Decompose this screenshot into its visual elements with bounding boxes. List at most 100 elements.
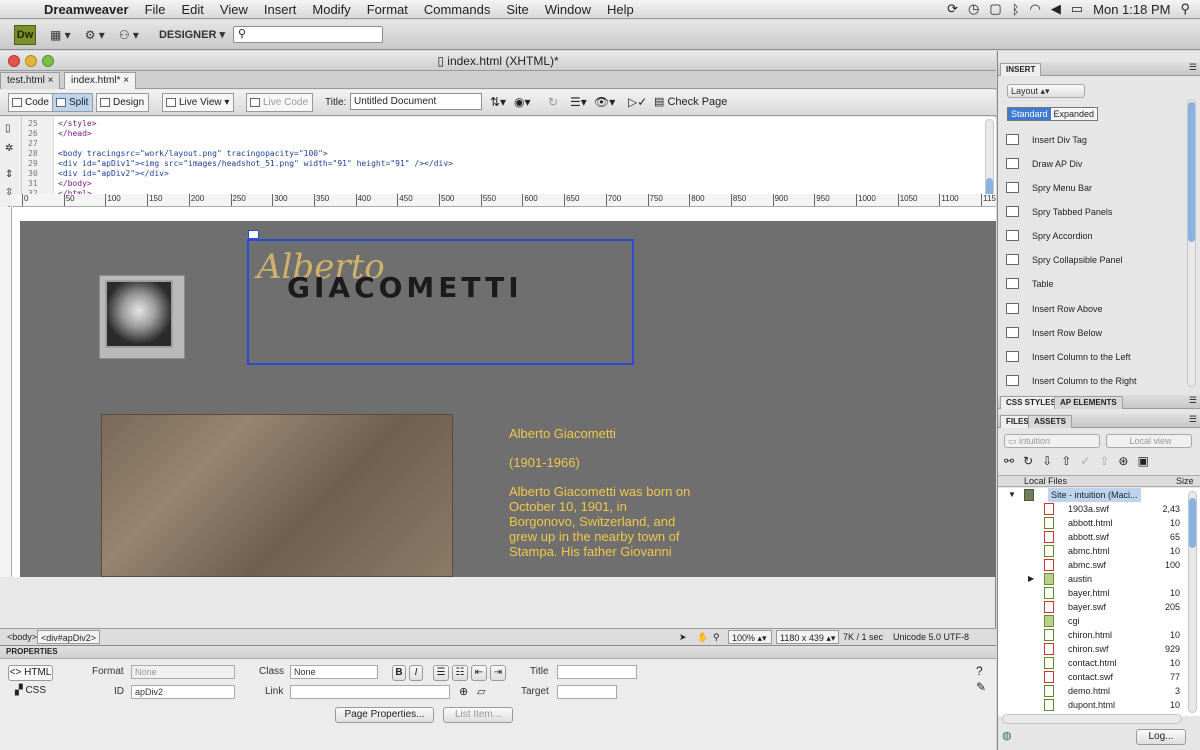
spry-accordion-item[interactable]: Spry Accordion [1002,226,1184,246]
clock[interactable]: Mon 1:18 PM [1093,2,1170,17]
preview-browser-icon[interactable]: ◉▾ [514,95,531,109]
ap-div-1[interactable]: Alberto GIACOMETTI [247,230,634,365]
css-mode-button[interactable]: ▞ CSS [8,684,53,700]
menu-commands[interactable]: Commands [416,2,498,17]
insert-category-select[interactable]: Layout ▴▾ [1007,84,1085,98]
check-page-button[interactable]: ▤ Check Page [654,95,727,108]
synchronize-icon[interactable]: ⊛ [1118,454,1128,470]
properties-header[interactable]: PROPERTIES [0,646,996,659]
insert-panel-tab[interactable]: INSERT [1000,63,1042,76]
menu-help[interactable]: Help [599,2,642,17]
spry-tabbed-panels-item[interactable]: Spry Tabbed Panels [1002,202,1184,222]
design-view-pane[interactable]: Alberto GIACOMETTI Alberto Giacometti (1… [12,207,996,577]
check-in-icon[interactable]: ⇪ [1099,454,1109,470]
code-line[interactable] [58,139,978,149]
file-row[interactable]: contact.swf 77 [998,670,1188,684]
table-item[interactable]: Table [1002,274,1184,294]
ordered-list-icon[interactable]: ☷ [452,665,468,681]
draw-ap-div-item[interactable]: Draw AP Div [1002,154,1184,174]
code-line[interactable]: </head> [58,129,978,139]
get-files-icon[interactable]: ⇩ [1042,454,1052,470]
volume-icon[interactable]: ◀ [1051,1,1061,17]
put-files-icon[interactable]: ⇧ [1061,454,1071,470]
code-line[interactable]: </body> [58,179,978,189]
outdent-icon[interactable]: ⇤ [471,665,487,681]
folder-row[interactable]: cgi [998,614,1188,628]
insert-panel-scrollbar[interactable] [1187,99,1196,387]
help-icon[interactable]: ? [976,664,983,678]
scroll-thumb[interactable] [1188,102,1195,242]
ap-div-selection-handle[interactable] [248,230,259,239]
panel-options-icon[interactable]: ☰ [1189,395,1197,406]
layout-menu-icon[interactable]: ▦ ▾ [50,28,71,42]
refresh-icon[interactable]: ↻ [548,95,558,109]
site-root-row[interactable]: ▼ Site - intuition (Maci... [998,488,1188,502]
code-line[interactable]: <body tracingsrc="work/layout.png" traci… [58,149,978,159]
file-row[interactable]: bayer.html 10 [998,586,1188,600]
zoom-tool-icon[interactable]: ⚲ [710,630,723,644]
menu-site[interactable]: Site [498,2,536,17]
scroll-thumb[interactable] [1189,498,1196,548]
title-input[interactable] [557,665,637,679]
biography-text[interactable]: Alberto Giacometti (1901-1966) Alberto G… [509,426,694,573]
menu-format[interactable]: Format [359,2,416,17]
zoom-select[interactable]: 100% ▴▾ [728,630,772,644]
expand-panel-icon[interactable]: ▣ [1137,454,1148,470]
file-row[interactable]: contact.html 10 [998,656,1188,670]
show-code-navigator-icon[interactable]: ✲ [5,143,13,154]
live-code-button[interactable]: Live Code [246,93,314,112]
list-item-button[interactable]: List Item... [443,707,513,723]
help-search-input[interactable]: ⚲ [233,26,383,43]
assets-tab[interactable]: ASSETS [1028,415,1073,428]
file-row[interactable]: 1903a.swf 2,43 [998,502,1188,516]
site-select[interactable]: ▭ intuition [1004,434,1100,448]
close-tab-icon[interactable]: × [123,75,129,86]
site-tree-icon[interactable]: ⚇ ▾ [119,28,139,42]
extend-gear-icon[interactable]: ⚙ ▾ [85,28,105,42]
close-window-icon[interactable] [8,55,20,67]
display-icon[interactable]: ▢ [989,1,1001,17]
html-mode-button[interactable]: <> HTML [8,665,53,681]
close-tab-icon[interactable]: × [48,75,54,86]
file-row[interactable]: demo.html 3 [998,684,1188,698]
menu-file[interactable]: File [137,2,174,17]
ap-elements-tab[interactable]: AP ELEMENTS [1054,396,1123,409]
code-line[interactable]: <div id="apDiv2"></div> [58,169,978,179]
split-view-button[interactable]: Split [52,93,94,112]
refresh-icon[interactable]: ↻ [1023,454,1033,470]
file-row[interactable]: abmc.html 10 [998,544,1188,558]
visual-aids-icon[interactable]: 👁▾ [594,95,615,109]
view-select[interactable]: Local view [1106,434,1192,448]
class-select[interactable]: None [290,665,378,679]
live-view-button[interactable]: Live View ▾ [162,93,235,112]
tab-index-html[interactable]: index.html* × [64,72,137,89]
painting-image[interactable] [101,414,453,577]
connect-icon[interactable]: ⚯ [1004,454,1014,470]
insert-column-left-item[interactable]: Insert Column to the Left [1002,347,1184,367]
files-scrollbar[interactable] [1188,491,1197,713]
minimize-window-icon[interactable] [25,55,37,67]
folder-row[interactable]: ▶ austin [998,572,1188,586]
workspace-switcher[interactable]: DESIGNER ▾ [159,28,225,41]
spotlight-search-icon[interactable]: ⚲ [1180,1,1190,17]
file-row[interactable]: dupont.html 10 [998,698,1188,712]
file-row[interactable]: bayer.swf 205 [998,600,1188,614]
file-row[interactable]: abmc.swf 100 [998,558,1188,572]
quick-tag-editor-icon[interactable]: ✎ [976,680,986,694]
page-canvas[interactable]: Alberto GIACOMETTI Alberto Giacometti (1… [20,221,996,577]
browse-folder-icon[interactable]: ▱ [477,685,485,698]
hand-tool-icon[interactable]: ✋ [694,630,711,644]
bluetooth-icon[interactable]: ᛒ [1012,2,1020,17]
page-properties-button[interactable]: Page Properties... [335,707,434,723]
code-line[interactable]: <div id="apDiv1"><img src="images/headsh… [58,159,978,169]
tag-selector-body[interactable]: <body> [4,630,40,644]
spry-menu-bar-item[interactable]: Spry Menu Bar [1002,178,1184,198]
panel-options-icon[interactable]: ☰ [1189,62,1197,73]
standard-mode-button[interactable]: Standard [1008,108,1051,120]
id-select[interactable]: apDiv2 [131,685,235,699]
bold-button[interactable]: B [392,665,406,681]
battery-icon[interactable]: ▭ [1071,1,1083,17]
tab-test-html[interactable]: test.html × [0,72,61,89]
italic-button[interactable]: I [409,665,423,681]
insert-div-tag-item[interactable]: Insert Div Tag [1002,130,1184,150]
